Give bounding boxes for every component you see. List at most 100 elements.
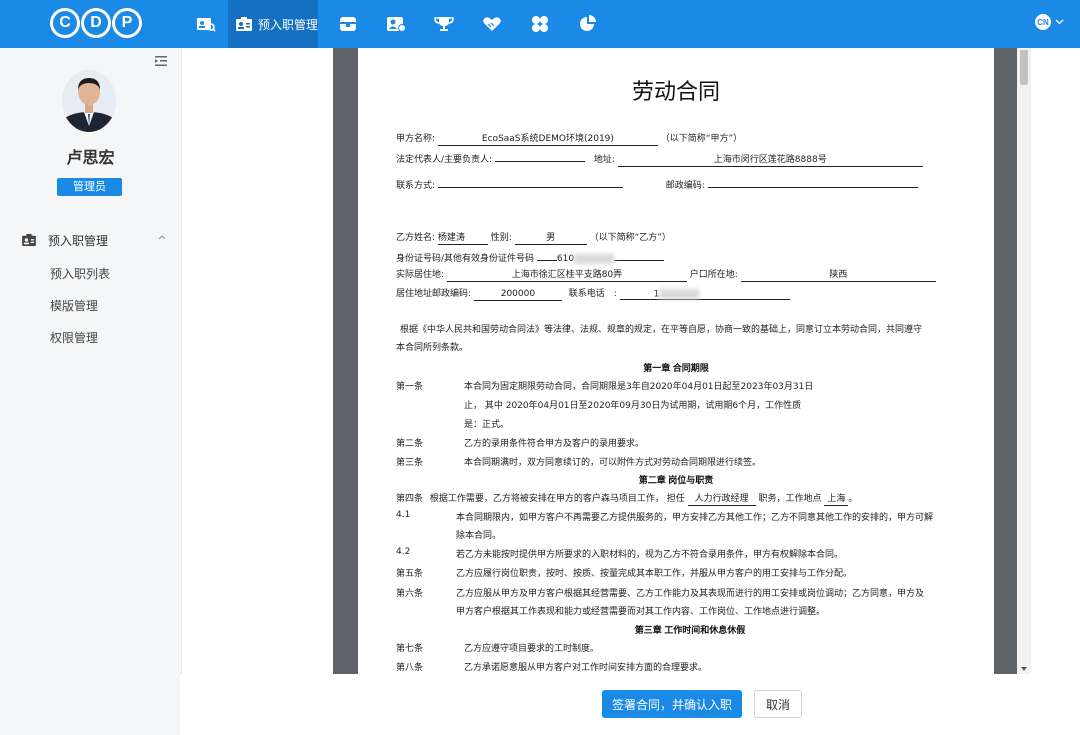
party-b-postcode-label: 居住地址邮政编码: bbox=[396, 289, 472, 299]
top-nav-bar: C D P 预入职管理 CN bbox=[0, 0, 1080, 48]
chapter-heading: 第三章 工作时间和休息休假 bbox=[634, 625, 746, 635]
article-text: 是：正式。 bbox=[464, 420, 510, 430]
article-text: 本合同期满时，双方同意续订的，可以附件方式对劳动合同期限进行续签。 bbox=[464, 458, 762, 468]
party-a-contact-label: 联系方式: bbox=[396, 181, 436, 191]
article-text: 根据工作需要，乙方将被安排在甲方的客户森马项目工作， 担任 bbox=[429, 494, 685, 504]
user-card-icon bbox=[387, 17, 406, 32]
party-a-postcode-label: 邮政编码: bbox=[665, 181, 705, 191]
nav-item-preonboarding[interactable]: 预入职管理 bbox=[228, 0, 318, 48]
position-value: 人力行政经理 bbox=[687, 494, 756, 506]
scroll-down-arrow-icon[interactable] bbox=[1021, 667, 1027, 671]
sign-contract-button[interactable]: 签署合同，并确认入职 bbox=[602, 690, 742, 718]
handshake-icon bbox=[483, 17, 501, 31]
party-b-phone-value: 1 bbox=[619, 288, 790, 300]
nav-item-handshake[interactable] bbox=[472, 0, 512, 48]
nav-item-user-card[interactable] bbox=[376, 0, 416, 48]
contract-title: 劳动合同 bbox=[631, 80, 720, 105]
article-text: 乙方应服从甲方及甲方客户根据其经营需要、乙方工作能力及其表现而进行的用工安排或岗… bbox=[456, 589, 925, 599]
party-b-id-value: 610 bbox=[556, 254, 575, 264]
article-number: 第五条 bbox=[396, 569, 424, 579]
party-b-id-label: 身份证号码/其他有效身份证件号码 bbox=[396, 254, 535, 264]
sidebar-group-preonboarding[interactable]: 预入职管理 bbox=[22, 230, 172, 250]
preamble-line-1: 根据《中华人民共和国劳动合同法》等法律、法规、规章的规定，在平等自愿，协商一致的… bbox=[400, 325, 923, 335]
nav-item-box[interactable] bbox=[328, 0, 368, 48]
nav-item-chart[interactable] bbox=[568, 0, 608, 48]
party-b-residence-label: 实际居住地: bbox=[396, 270, 445, 280]
party-b-hukou-value: 陕西 bbox=[740, 270, 936, 282]
party-a-contact-value bbox=[437, 176, 623, 188]
nav-item-profile-search[interactable] bbox=[186, 0, 226, 48]
work-location-value: 上海 bbox=[824, 494, 849, 506]
role-badge: 管理员 bbox=[57, 178, 122, 196]
sidebar-item-permission-management[interactable]: 权限管理 bbox=[50, 329, 98, 346]
chapter-heading: 第二章 岗位与职责 bbox=[638, 475, 714, 485]
section-text: 本合同期限内，如甲方客户不再需要乙方提供服务的，甲方安排乙方其他工作；乙方不同意… bbox=[456, 513, 934, 523]
id-card-icon bbox=[22, 234, 36, 246]
nav-item-trophy[interactable] bbox=[424, 0, 464, 48]
party-b-hukou-label: 户口所在地: bbox=[689, 270, 738, 280]
party-b-name-value: 杨建涛 bbox=[437, 233, 488, 245]
sidebar-item-preonboarding-list[interactable]: 预入职列表 bbox=[50, 265, 110, 282]
id-card-search-icon bbox=[197, 18, 216, 32]
article-4-line: 第四条 根据工作需要，乙方将被安排在甲方的客户森马项目工作， 担任 人力行政经理… bbox=[396, 494, 858, 506]
document-scrollbar[interactable] bbox=[1017, 48, 1031, 674]
party-b-postcode-value: 200000 bbox=[473, 289, 562, 301]
article-text: 本合同为固定期限劳动合同，合同期限是3年自2020年04月01日起至2023年0… bbox=[464, 382, 814, 392]
sidebar-item-template-management[interactable]: 模版管理 bbox=[50, 297, 98, 314]
section-number: 4.2 bbox=[396, 547, 411, 557]
party-a-address-label: 地址: bbox=[593, 155, 615, 165]
party-b-postcode-line: 居住地址邮政编码: 200000 联系电话 : 1 bbox=[396, 286, 790, 301]
id-card-icon bbox=[236, 17, 252, 31]
clover-icon bbox=[532, 16, 548, 32]
party-a-alias: （以下简称“甲方”） bbox=[660, 134, 743, 144]
article-text: 乙方应履行岗位职责，按时、按质、按量完成其本职工作，并服从甲方客户的用工安排与工… bbox=[456, 569, 853, 579]
redaction-blur bbox=[574, 253, 615, 264]
party-b-id-line: 身份证号码/其他有效身份证件号码 610 bbox=[396, 249, 665, 264]
party-a-rep-line: 法定代表人/主要负责人: 地址: 上海市闵行区莲花路8888号 bbox=[396, 150, 923, 167]
section-number: 4.1 bbox=[396, 510, 411, 520]
cancel-button[interactable]: 取消 bbox=[754, 690, 802, 718]
article-text: 乙方承诺愿意服从甲方客户对工作时间安排方面的合理要求。 bbox=[464, 663, 708, 673]
article-text: 甲方客户根据其工作表现和能力或经营需要而对其工作内容、工作岗位、工作地点进行调整… bbox=[456, 607, 826, 617]
sidebar-group-label: 预入职管理 bbox=[48, 233, 109, 248]
pie-chart-icon bbox=[580, 15, 596, 31]
scrollbar-thumb[interactable] bbox=[1020, 50, 1028, 85]
party-a-postcode-value bbox=[707, 176, 918, 188]
article-number: 第四条 bbox=[396, 494, 424, 504]
article-number: 第六条 bbox=[396, 589, 424, 599]
box-icon bbox=[340, 17, 356, 31]
party-b-name-label: 乙方姓名: bbox=[396, 233, 436, 243]
party-b-name-line: 乙方姓名: 杨建涛 性别: 男 （以下简称“乙方”） bbox=[396, 230, 671, 245]
collapse-sidebar-icon[interactable] bbox=[155, 56, 167, 66]
party-b-phone-label: 联系电话 bbox=[568, 289, 605, 299]
logo-letter: P bbox=[112, 8, 142, 38]
preamble-line-2: 本合同所列条款。 bbox=[396, 343, 469, 353]
avatar bbox=[62, 70, 116, 132]
chevron-down-icon bbox=[1055, 19, 1064, 25]
party-b-gender-label: 性别: bbox=[490, 233, 512, 243]
party-a-name-value: EcoSaaS系统DEMO环境(2019) bbox=[437, 134, 658, 146]
nav-item-clover[interactable] bbox=[520, 0, 560, 48]
cdp-logo[interactable]: C D P bbox=[50, 8, 142, 38]
party-a-name-line: 甲方名称: EcoSaaS系统DEMO环境(2019) （以下简称“甲方”） bbox=[396, 131, 742, 146]
language-icon: CN bbox=[1035, 14, 1051, 30]
sidebar: 卢思宏 管理员 预入职管理 预入职列表 模版管理 权限管理 bbox=[0, 48, 182, 735]
section-text: 除本合同。 bbox=[456, 531, 502, 541]
party-a-address-value: 上海市闵行区莲花路8888号 bbox=[617, 155, 923, 167]
logo-letter: C bbox=[50, 8, 80, 38]
nav-label: 预入职管理 bbox=[257, 17, 318, 32]
article-number: 第七条 bbox=[396, 644, 424, 654]
article-text: 乙方应遵守项目要求的工时制度。 bbox=[464, 644, 600, 654]
contract-page: 劳动合同 甲方名称: EcoSaaS系统DEMO环境(2019) （以下简称“甲… bbox=[358, 48, 994, 674]
party-b-gender-value: 男 bbox=[514, 233, 587, 245]
party-b-residence-value: 上海市徐汇区桂平支路80弄 bbox=[446, 270, 687, 282]
logo-letter: D bbox=[81, 8, 111, 38]
party-a-rep-label: 法定代表人/主要负责人: bbox=[396, 155, 493, 165]
section-text: 若乙方未能按时提供甲方所要求的入职材料的，视为乙方不符合录用条件，甲方有权解除本… bbox=[456, 550, 844, 560]
article-number: 第二条 bbox=[396, 439, 424, 449]
chapter-heading: 第一章 合同期限 bbox=[643, 363, 709, 373]
article-text: 乙方的录用条件符合甲方及客户的录用要求。 bbox=[464, 439, 645, 449]
party-b-residence-line: 实际居住地: 上海市徐汇区桂平支路80弄 户口所在地: 陕西 bbox=[396, 267, 936, 282]
language-switcher[interactable]: CN bbox=[1035, 14, 1064, 30]
article-text: 职务，工作地点 bbox=[758, 494, 822, 504]
